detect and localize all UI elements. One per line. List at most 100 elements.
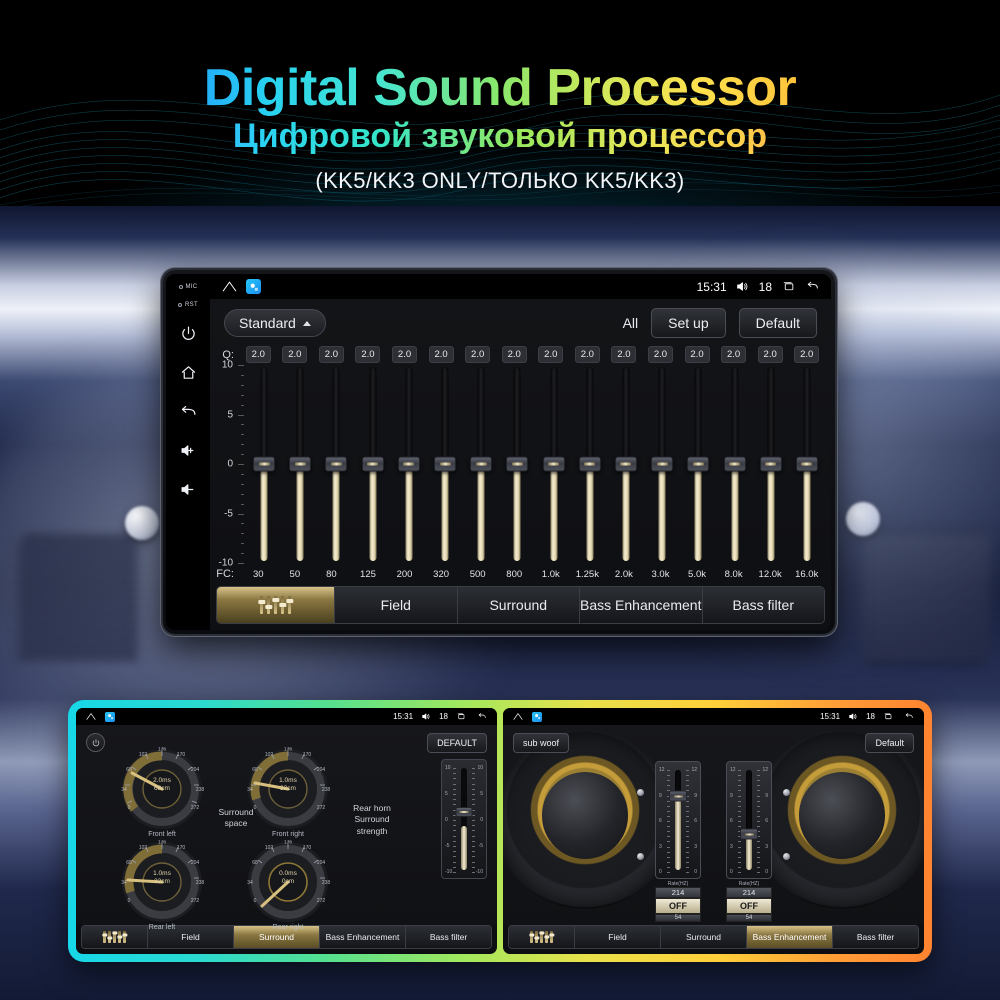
preset-selector[interactable]: Standard bbox=[224, 309, 326, 337]
slider-thumb[interactable] bbox=[795, 456, 818, 472]
eq-band-12.0k[interactable] bbox=[753, 365, 789, 563]
eq-slider-13[interactable] bbox=[723, 365, 746, 563]
right-bass-state-button[interactable]: OFF bbox=[726, 898, 772, 914]
eq-slider-2[interactable] bbox=[325, 365, 348, 563]
eq-slider-14[interactable] bbox=[759, 365, 782, 563]
knob-front-left[interactable]: 136 102 170 68 204 34 238 0 272 2.0ms 68cm Fr… bbox=[120, 747, 204, 839]
recents-icon[interactable] bbox=[780, 280, 796, 294]
left-bass-state-button[interactable]: OFF bbox=[655, 898, 701, 914]
surround-recents-icon[interactable] bbox=[453, 710, 469, 724]
q-value-7[interactable]: 2.0 bbox=[501, 346, 527, 363]
eq-slider-0[interactable] bbox=[253, 365, 276, 563]
tab-equalizer[interactable] bbox=[509, 926, 575, 948]
eq-band-80[interactable] bbox=[318, 365, 354, 563]
eq-slider-12[interactable] bbox=[687, 365, 710, 563]
left-rate-value[interactable]: 214 bbox=[655, 887, 701, 898]
eq-band-16.0k[interactable] bbox=[789, 365, 825, 563]
q-value-6[interactable]: 2.0 bbox=[465, 346, 491, 363]
eq-slider-8[interactable] bbox=[542, 365, 565, 563]
q-value-10[interactable]: 2.0 bbox=[611, 346, 637, 363]
sidebar-item-back[interactable] bbox=[175, 398, 201, 424]
slider-thumb[interactable] bbox=[723, 456, 746, 472]
q-value-1[interactable]: 2.0 bbox=[282, 346, 308, 363]
q-value-3[interactable]: 2.0 bbox=[355, 346, 381, 363]
tab-equalizer[interactable] bbox=[217, 587, 335, 623]
knob-rear-right[interactable]: 136 102 170 68 204 34 238 0 272 0.0ms 0cm Rea… bbox=[246, 840, 330, 932]
statusbar-app-icon[interactable] bbox=[246, 279, 261, 294]
q-value-13[interactable]: 2.0 bbox=[721, 346, 747, 363]
eq-band-320[interactable] bbox=[427, 365, 463, 563]
eq-band-3.0k[interactable] bbox=[644, 365, 680, 563]
eq-band-800[interactable] bbox=[499, 365, 535, 563]
sidebar-item-power[interactable] bbox=[175, 320, 201, 346]
tab-surround[interactable]: Surround bbox=[457, 587, 580, 623]
eq-slider-15[interactable] bbox=[795, 365, 818, 563]
slider-thumb[interactable] bbox=[651, 456, 674, 472]
eq-band-50[interactable] bbox=[282, 365, 318, 563]
slider-thumb[interactable] bbox=[434, 456, 457, 472]
slider-thumb[interactable] bbox=[470, 456, 493, 472]
slider-thumb[interactable] bbox=[506, 456, 529, 472]
slider-thumb[interactable] bbox=[759, 456, 782, 472]
left-bass-fader[interactable]: 12 12 9 9 6 6 3 3 0 0 bbox=[655, 761, 701, 879]
tab-bass-filter[interactable]: Bass filter bbox=[406, 926, 491, 948]
sidebar-item-rst[interactable]: RST bbox=[178, 302, 198, 308]
rear-horn-fader[interactable]: 10 10 5 5 0 0 -5 -5 -10 -10 bbox=[441, 759, 487, 879]
sub-woof-button[interactable]: sub woof bbox=[513, 733, 570, 753]
tab-field[interactable]: Field bbox=[575, 926, 661, 948]
q-value-12[interactable]: 2.0 bbox=[684, 346, 710, 363]
setup-button[interactable]: Set up bbox=[651, 308, 726, 338]
eq-band-5.0k[interactable] bbox=[680, 365, 716, 563]
tab-surround[interactable]: Surround bbox=[661, 926, 747, 948]
q-value-15[interactable]: 2.0 bbox=[794, 346, 820, 363]
right-bass-thumb[interactable] bbox=[740, 828, 758, 840]
slider-thumb[interactable] bbox=[253, 456, 276, 472]
eq-band-30[interactable] bbox=[246, 365, 282, 563]
eq-slider-5[interactable] bbox=[434, 365, 457, 563]
sidebar-item-volume-up[interactable] bbox=[175, 437, 201, 463]
q-value-9[interactable]: 2.0 bbox=[574, 346, 600, 363]
bass-app-icon[interactable] bbox=[532, 711, 542, 722]
sidebar-item-home[interactable] bbox=[175, 359, 201, 385]
q-value-2[interactable]: 2.0 bbox=[318, 346, 344, 363]
right-bass-fader[interactable]: 12 12 9 9 6 6 3 3 0 0 bbox=[726, 761, 772, 879]
surround-default-button[interactable]: DEFAULT bbox=[427, 733, 487, 753]
q-value-14[interactable]: 2.0 bbox=[757, 346, 783, 363]
eq-band-1.0k[interactable] bbox=[536, 365, 572, 563]
statusbar-back-icon[interactable] bbox=[804, 280, 820, 294]
slider-thumb[interactable] bbox=[687, 456, 710, 472]
eq-band-125[interactable] bbox=[355, 365, 391, 563]
q-value-5[interactable]: 2.0 bbox=[428, 346, 454, 363]
slider-thumb[interactable] bbox=[325, 456, 348, 472]
bass-recents-icon[interactable] bbox=[880, 710, 896, 724]
slider-thumb[interactable] bbox=[542, 456, 565, 472]
eq-band-8.0k[interactable] bbox=[716, 365, 752, 563]
eq-slider-1[interactable] bbox=[289, 365, 312, 563]
surround-home-icon[interactable] bbox=[83, 710, 99, 724]
surround-app-icon[interactable] bbox=[105, 711, 115, 722]
eq-slider-11[interactable] bbox=[651, 365, 674, 563]
q-value-0[interactable]: 2.0 bbox=[245, 346, 271, 363]
eq-slider-7[interactable] bbox=[506, 365, 529, 563]
tab-bass-filter[interactable]: Bass filter bbox=[702, 587, 824, 623]
bass-back-icon[interactable] bbox=[901, 710, 917, 724]
tab-bass-enhancement[interactable]: Bass Enhancement bbox=[580, 587, 703, 623]
slider-thumb[interactable] bbox=[289, 456, 312, 472]
tab-bass-enhancement[interactable]: Bass Enhancement bbox=[747, 926, 833, 948]
statusbar-home-icon[interactable] bbox=[221, 280, 237, 294]
eq-slider-4[interactable] bbox=[397, 365, 420, 563]
q-value-8[interactable]: 2.0 bbox=[538, 346, 564, 363]
right-rate-value[interactable]: 214 bbox=[726, 887, 772, 898]
all-label[interactable]: All bbox=[623, 315, 639, 331]
bass-home-icon[interactable] bbox=[510, 710, 526, 724]
slider-thumb[interactable] bbox=[578, 456, 601, 472]
q-value-4[interactable]: 2.0 bbox=[392, 346, 418, 363]
eq-slider-9[interactable] bbox=[578, 365, 601, 563]
eq-band-1.25k[interactable] bbox=[572, 365, 608, 563]
tab-bass-enhancement[interactable]: Bass Enhancement bbox=[320, 926, 406, 948]
rear-horn-thumb[interactable] bbox=[455, 807, 473, 817]
slider-thumb[interactable] bbox=[397, 456, 420, 472]
eq-slider-10[interactable] bbox=[614, 365, 637, 563]
eq-band-2.0k[interactable] bbox=[608, 365, 644, 563]
surround-power-button[interactable] bbox=[86, 733, 105, 752]
